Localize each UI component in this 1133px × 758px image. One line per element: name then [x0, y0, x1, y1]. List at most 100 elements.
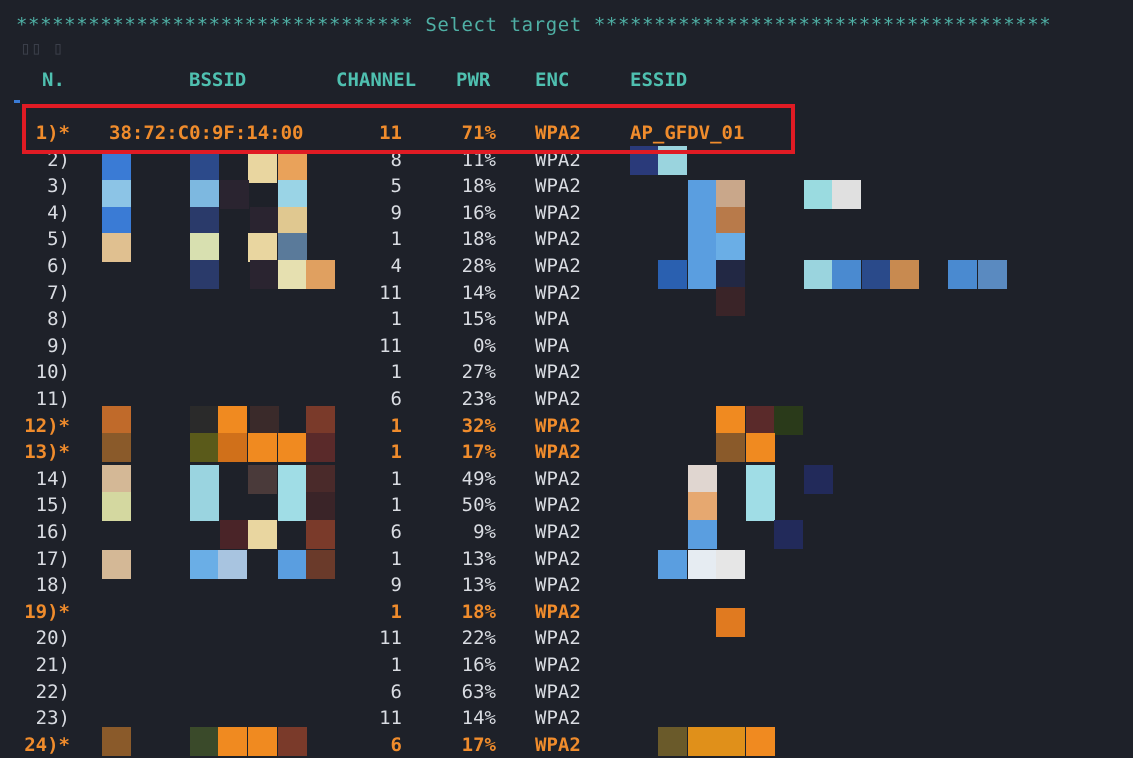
redaction-block	[658, 260, 687, 289]
redaction-block	[716, 180, 745, 209]
row-power: 63%	[461, 680, 496, 703]
row-encryption: WPA	[535, 334, 570, 357]
target-row[interactable]: 24)* 6 17% WPA2	[0, 732, 1133, 758]
row-channel: 1	[390, 361, 402, 384]
row-power: 27%	[461, 361, 496, 384]
redaction-block	[978, 260, 1007, 289]
target-row[interactable]: 12)* 1 32% WPA2	[0, 413, 1133, 440]
row-power: 16%	[461, 654, 496, 676]
redaction-block	[190, 433, 219, 462]
row-encryption: WPA2	[535, 414, 581, 437]
target-row[interactable]: 11) 6 23% WPA2	[0, 386, 1133, 413]
row-encryption: WPA2	[535, 707, 581, 730]
target-row[interactable]: 13)* 1 17% WPA2	[0, 439, 1133, 466]
row-power: 22%	[461, 627, 496, 650]
redaction-block	[278, 492, 307, 521]
redaction-block	[278, 260, 307, 289]
redaction-block	[832, 260, 861, 289]
target-row[interactable]: 8) 1 15% WPA	[0, 306, 1133, 333]
redaction-block	[102, 180, 131, 209]
header-essid: ESSID	[630, 69, 688, 91]
row-encryption: WPA	[535, 308, 570, 331]
row-number: 7)	[47, 281, 70, 304]
redaction-block	[746, 492, 775, 521]
target-row[interactable]: 9) 11 0% WPA	[0, 333, 1133, 360]
redaction-block	[746, 433, 775, 462]
redaction-block	[688, 180, 717, 209]
target-row[interactable]: 18) 9 13% WPA2	[0, 572, 1133, 599]
redaction-block	[102, 207, 131, 236]
row-power: 17%	[461, 441, 496, 464]
redaction-block	[774, 520, 803, 549]
row-channel: 5	[390, 175, 402, 198]
row-encryption: WPA2	[535, 547, 581, 570]
target-row[interactable]: 3) 5 18% WPA2	[0, 173, 1133, 200]
row-number: 16)	[35, 521, 70, 543]
redaction-block	[190, 406, 219, 435]
row-power: 14%	[461, 281, 496, 304]
redaction-block	[190, 465, 219, 494]
header-channel: CHANNEL	[336, 69, 417, 91]
row-encryption: WPA2	[535, 441, 581, 464]
target-row[interactable]: 19)* 1 18% WPA2	[0, 599, 1133, 626]
row-channel: 1	[390, 654, 402, 676]
row-number: 6)	[47, 255, 70, 277]
redaction-block	[716, 608, 745, 637]
target-row[interactable]: 22) 6 63% WPA2	[0, 679, 1133, 706]
target-row[interactable]: 5) 1 18% WPA2	[0, 226, 1133, 253]
redaction-block	[190, 550, 219, 579]
target-row[interactable]: 17) 1 13% WPA2	[0, 546, 1133, 573]
target-row[interactable]: 16) 6 9% WPA2	[0, 519, 1133, 546]
target-row[interactable]: 4) 9 16% WPA2	[0, 200, 1133, 227]
redaction-block	[190, 233, 219, 262]
redaction-block	[306, 520, 335, 549]
redaction-block	[278, 154, 307, 183]
row-number: 11)	[35, 388, 70, 410]
row-number: 13)*	[24, 441, 70, 464]
redaction-block	[658, 727, 687, 756]
redaction-block	[306, 433, 335, 462]
row-channel: 1	[390, 494, 402, 517]
row-channel: 1	[390, 441, 402, 464]
redaction-block	[306, 260, 335, 289]
row-number: 12)*	[24, 414, 70, 437]
redaction-block	[278, 465, 307, 494]
redaction-block	[658, 550, 687, 579]
row-encryption: WPA2	[535, 201, 581, 224]
target-row[interactable]: 23) 11 14% WPA2	[0, 705, 1133, 732]
target-row[interactable]: 20) 11 22% WPA2	[0, 625, 1133, 652]
row-number: 17)	[35, 547, 70, 570]
redaction-block	[102, 233, 131, 262]
selected-target-highlight	[22, 104, 795, 154]
redaction-block	[102, 465, 131, 494]
row-power: 18%	[461, 228, 496, 251]
row-channel: 1	[390, 414, 402, 437]
redaction-block	[688, 727, 717, 756]
row-number: 20)	[35, 627, 70, 650]
redaction-block	[218, 727, 247, 756]
redaction-block	[306, 492, 335, 521]
row-number: 8)	[47, 308, 70, 331]
target-row[interactable]: 15) 1 50% WPA2	[0, 492, 1133, 519]
target-row[interactable]: 21) 1 16% WPA2	[0, 652, 1133, 679]
row-encryption: WPA2	[535, 574, 581, 597]
redaction-block	[250, 406, 279, 435]
redaction-block	[804, 465, 833, 494]
row-power: 14%	[461, 707, 496, 730]
target-row[interactable]: 10) 1 27% WPA2	[0, 359, 1133, 386]
redaction-block	[306, 465, 335, 494]
target-row[interactable]: 14) 1 49% WPA2	[0, 466, 1133, 493]
row-number: 5)	[47, 228, 70, 251]
row-encryption: WPA2	[535, 600, 581, 623]
cursor-marker	[14, 100, 20, 103]
row-number: 19)*	[24, 600, 70, 623]
redaction-block	[220, 520, 249, 549]
row-channel: 6	[390, 680, 402, 703]
select-target-banner: ********************************* Select…	[16, 14, 1052, 36]
row-power: 16%	[461, 201, 496, 224]
redaction-block	[688, 520, 717, 549]
redaction-block	[190, 207, 219, 236]
redaction-block	[250, 260, 279, 289]
redaction-block	[190, 154, 219, 183]
redaction-block	[248, 520, 277, 549]
